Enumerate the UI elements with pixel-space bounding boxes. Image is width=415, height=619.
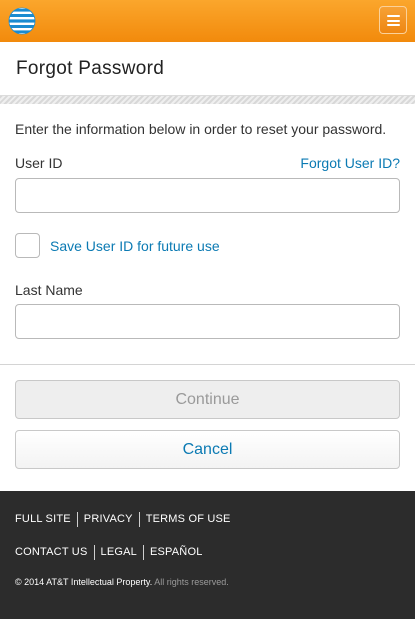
- continue-button[interactable]: Continue: [15, 380, 400, 419]
- footer-link-terms-of-use[interactable]: TERMS OF USE: [138, 512, 237, 527]
- forgot-user-id-link[interactable]: Forgot User ID?: [300, 155, 400, 171]
- footer-link-espanol[interactable]: ESPAÑOL: [142, 545, 209, 560]
- save-user-id-label[interactable]: Save User ID for future use: [50, 238, 220, 254]
- footer-link-privacy[interactable]: PRIVACY: [76, 512, 139, 527]
- last-name-input[interactable]: [15, 304, 400, 339]
- footer-links-row-1: FULL SITE PRIVACY TERMS OF USE: [15, 512, 237, 527]
- save-user-id-checkbox[interactable]: [15, 233, 40, 258]
- page-title: Forgot Password: [16, 58, 165, 79]
- footer-links-row-2: CONTACT US LEGAL ESPAÑOL: [15, 545, 209, 560]
- user-id-input[interactable]: [15, 178, 400, 213]
- user-id-label: User ID: [15, 155, 63, 171]
- footer-link-contact-us[interactable]: CONTACT US: [15, 545, 94, 560]
- top-header-bar: [0, 0, 415, 43]
- last-name-label: Last Name: [15, 282, 83, 298]
- cancel-button[interactable]: Cancel: [15, 430, 400, 469]
- copyright-text: © 2014 AT&T Intellectual Property. All r…: [15, 577, 229, 587]
- hamburger-menu-icon[interactable]: [379, 6, 407, 34]
- title-divider: [0, 95, 415, 104]
- footer-link-legal[interactable]: LEGAL: [93, 545, 143, 560]
- instructions-text: Enter the information below in order to …: [15, 121, 387, 137]
- copyright-owner: © 2014 AT&T Intellectual Property.: [15, 577, 153, 587]
- copyright-rights: All rights reserved.: [154, 577, 229, 587]
- att-globe-icon[interactable]: [8, 7, 36, 35]
- page-title-area: Forgot Password: [0, 42, 415, 95]
- footer-link-full-site[interactable]: FULL SITE: [15, 512, 77, 527]
- form-divider: [0, 364, 415, 365]
